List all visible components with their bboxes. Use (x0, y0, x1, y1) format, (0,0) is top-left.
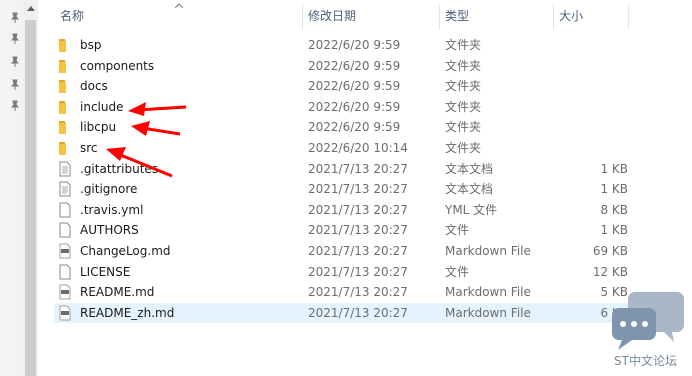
markdown-file-icon (59, 243, 71, 259)
file-row[interactable]: include 2022/6/20 9:59 文件夹 (54, 97, 628, 117)
file-row[interactable]: README_zh.md 2021/7/13 20:27 Markdown File… (54, 302, 628, 323)
file-size (558, 97, 628, 117)
file-row[interactable]: docs 2022/6/20 9:59 文件夹 (54, 76, 628, 96)
folder-icon (59, 39, 66, 52)
file-row[interactable]: components 2022/6/20 9:59 文件夹 (54, 56, 628, 76)
markdown-file-icon (59, 305, 71, 321)
file-modified-date: 2021/7/13 20:27 (308, 305, 408, 320)
pin-icon[interactable] (9, 56, 21, 68)
file-modified-date: 2022/6/20 9:59 (308, 120, 401, 135)
watermark-text: ST中文论坛 (614, 354, 677, 368)
markdown-file-icon (59, 284, 71, 300)
file-name: LICENSE (80, 264, 131, 279)
file-modified-date: 2022/6/20 9:59 (308, 79, 401, 94)
file-size (558, 117, 628, 137)
file-modified-date: 2021/7/13 20:27 (308, 202, 408, 217)
file-modified-date: 2021/7/13 20:27 (308, 182, 408, 197)
file-name: components (80, 58, 155, 73)
file-type: 文件 (445, 223, 470, 238)
file-size (558, 76, 628, 96)
file-type: Markdown File (445, 285, 531, 300)
file-row[interactable]: .gitignore 2021/7/13 20:27 文本文档 1 KB (54, 179, 628, 199)
file-type: 文件 (445, 264, 470, 279)
blank-file-icon (59, 264, 71, 280)
file-type: 文件夹 (445, 79, 482, 94)
column-header-date[interactable]: 修改日期 (302, 0, 439, 32)
file-name: AUTHORS (80, 223, 139, 238)
file-type: Markdown File (445, 244, 531, 258)
column-divider[interactable] (628, 4, 629, 30)
file-name: .gitignore (80, 182, 138, 197)
scroll-up-arrow-icon[interactable] (27, 6, 35, 11)
file-row[interactable]: ChangeLog.md 2021/7/13 20:27 Markdown File… (54, 241, 628, 261)
column-header-bar: 名称 修改日期 类型 大小 (38, 0, 692, 32)
file-modified-date: 2021/7/13 20:27 (308, 244, 408, 258)
file-row[interactable]: AUTHORS 2021/7/13 20:27 文件 1 KB (54, 220, 628, 240)
file-name: bsp (80, 38, 102, 52)
file-size (558, 35, 628, 55)
file-modified-date: 2022/6/20 9:59 (308, 99, 401, 114)
pin-icon[interactable] (9, 12, 21, 24)
file-name: docs (80, 79, 108, 94)
text-document-icon (59, 161, 71, 177)
pin-icon[interactable] (9, 33, 21, 45)
file-name: libcpu (80, 120, 117, 135)
file-row[interactable]: LICENSE 2021/7/13 20:27 文件 12 KB (54, 262, 628, 282)
file-name: .travis.yml (80, 202, 144, 217)
file-row[interactable]: src 2022/6/20 10:14 文件夹 (54, 138, 628, 158)
file-modified-date: 2021/7/13 20:27 (308, 285, 408, 300)
file-size: 1 KB (600, 223, 628, 238)
blank-file-icon (59, 222, 71, 238)
file-name: include (80, 99, 124, 114)
file-name: README_zh.md (80, 305, 175, 320)
column-header-name[interactable]: 名称 (54, 0, 302, 32)
file-type: 文件夹 (445, 58, 482, 73)
file-row[interactable]: libcpu 2022/6/20 9:59 文件夹 (54, 117, 628, 137)
file-type: 文件夹 (445, 99, 482, 114)
pin-icon[interactable] (9, 79, 21, 91)
file-size: 69 KB (592, 244, 628, 258)
pin-icon[interactable] (9, 100, 21, 112)
scrollbar-thumb[interactable] (25, 20, 36, 376)
file-type: YML 文件 (445, 202, 498, 217)
file-modified-date: 2021/7/13 20:27 (308, 161, 408, 176)
file-size: 1 KB (600, 182, 628, 197)
folder-icon (59, 121, 66, 135)
file-type: 文件夹 (445, 120, 482, 135)
file-size: 12 KB (592, 264, 628, 279)
folder-icon (59, 59, 66, 73)
file-size (558, 138, 628, 158)
file-row[interactable]: .travis.yml 2021/7/13 20:27 YML 文件 8 KB (54, 200, 628, 220)
blank-file-icon (59, 202, 71, 218)
folder-icon (59, 142, 66, 155)
file-size: 1 KB (600, 161, 628, 176)
file-row[interactable]: .gitattributes 2021/7/13 20:27 文本文档 1 KB (54, 159, 628, 179)
file-size: 8 KB (600, 202, 628, 217)
file-modified-date: 2022/6/20 9:59 (308, 38, 401, 52)
file-modified-date: 2022/6/20 10:14 (308, 141, 408, 155)
folder-icon (59, 100, 66, 114)
file-row[interactable]: bsp 2022/6/20 9:59 文件夹 (54, 35, 628, 55)
file-name: .gitattributes (80, 161, 159, 176)
file-row[interactable]: README.md 2021/7/13 20:27 Markdown File 5 K… (54, 282, 628, 302)
file-size (558, 56, 628, 76)
file-modified-date: 2021/7/13 20:27 (308, 223, 408, 238)
column-header-size[interactable]: 大小 (553, 0, 628, 32)
file-modified-date: 2022/6/20 9:59 (308, 58, 401, 73)
file-name: ChangeLog.md (80, 244, 171, 258)
file-type: Markdown File (445, 305, 531, 320)
file-type: 文本文档 (445, 161, 494, 176)
column-header-type[interactable]: 类型 (439, 0, 553, 32)
folder-icon (59, 80, 66, 94)
file-type: 文件夹 (445, 141, 482, 155)
file-type: 文本文档 (445, 182, 494, 197)
text-document-icon (59, 181, 71, 197)
file-name: src (80, 141, 98, 155)
file-name: README.md (80, 285, 155, 300)
file-modified-date: 2021/7/13 20:27 (308, 264, 408, 279)
file-type: 文件夹 (445, 38, 482, 52)
